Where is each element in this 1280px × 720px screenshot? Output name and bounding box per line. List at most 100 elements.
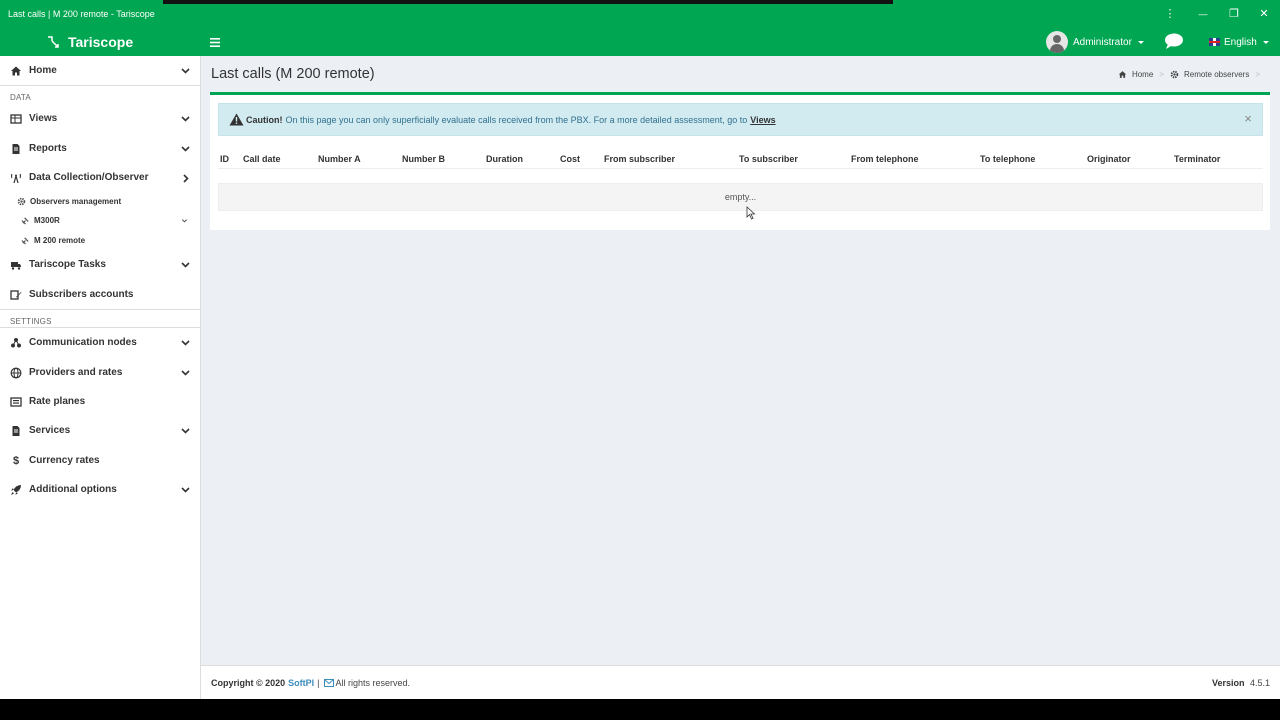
footer: Copyright © 2020 SoftPI | All rights res… xyxy=(201,665,1280,699)
window-menu-button[interactable]: ⋮ xyxy=(1161,7,1179,21)
hamburger-icon xyxy=(210,37,220,47)
column-terminator[interactable]: Terminator xyxy=(1174,154,1220,164)
envelope-icon[interactable] xyxy=(323,679,334,687)
table-header: ID Call date Number A Number B Duration … xyxy=(218,153,1263,169)
chevron-down-icon xyxy=(181,487,190,493)
column-from-telephone[interactable]: From telephone xyxy=(851,154,919,164)
sidebar-item-label: M300R xyxy=(34,216,60,225)
sidebar-section-data: DATA xyxy=(10,93,31,102)
brand-logo-link[interactable]: Tariscope xyxy=(46,32,133,52)
column-id[interactable]: ID xyxy=(220,154,229,164)
column-number-a[interactable]: Number A xyxy=(318,154,361,164)
truck-icon xyxy=(11,261,21,270)
column-from-subscriber[interactable]: From subscriber xyxy=(604,154,675,164)
sidebar-item-label: Subscribers accounts xyxy=(29,289,134,300)
list-box-icon xyxy=(10,396,22,407)
chevron-down-icon xyxy=(181,146,190,152)
caret-down-icon xyxy=(1137,40,1144,44)
window-titlebar: Last calls | M 200 remote - Tariscope ⋮ … xyxy=(0,0,1280,28)
sidebar-divider xyxy=(0,309,200,310)
window-close-button[interactable]: ✕ xyxy=(1255,7,1273,21)
sidebar-toggle-button[interactable] xyxy=(208,32,222,52)
network-icon xyxy=(11,337,21,347)
tariscope-logo-icon xyxy=(48,36,59,48)
sidebar-item-home[interactable]: Home xyxy=(0,56,200,85)
sidebar-item-label: M 200 remote xyxy=(34,236,86,245)
sidebar-item-views[interactable]: Views xyxy=(0,104,200,133)
alert-close-button[interactable]: × xyxy=(1242,112,1254,125)
sidebar-item-data-collection[interactable]: Data Collection/Observer xyxy=(0,163,200,192)
alert-text: On this page you can only superficially … xyxy=(285,114,748,125)
window-minimize-button[interactable]: — xyxy=(1194,7,1212,21)
sidebar-item-label: Providers and rates xyxy=(29,367,123,378)
breadcrumb: Home > Remote observers > xyxy=(1118,70,1266,79)
sidebar-item-label: Data Collection/Observer xyxy=(29,172,149,183)
caution-alert: Caution! On this page you can only super… xyxy=(218,103,1263,136)
sidebar-item-observers-management[interactable]: Observers management xyxy=(0,192,200,211)
sidebar-item-providers-and-rates[interactable]: Providers and rates xyxy=(0,358,200,387)
sidebar-item-label: Currency rates xyxy=(29,455,100,466)
brand-name: Tariscope xyxy=(68,34,134,50)
gear-icon xyxy=(1170,70,1179,79)
sidebar-item-additional-options[interactable]: Additional options xyxy=(0,475,200,504)
column-duration[interactable]: Duration xyxy=(486,154,523,164)
dollar-icon: $ xyxy=(12,454,20,467)
column-cost[interactable]: Cost xyxy=(560,154,580,164)
chevron-right-icon xyxy=(183,174,189,183)
sidebar-item-label: Tariscope Tasks xyxy=(29,259,106,270)
column-call-date[interactable]: Call date xyxy=(243,154,281,164)
chevron-down-icon xyxy=(181,340,190,346)
views-link[interactable]: Views xyxy=(750,115,775,125)
sidebar-item-subscribers-accounts[interactable]: Subscribers accounts xyxy=(0,280,200,309)
softpi-link[interactable]: SoftPI xyxy=(288,678,314,688)
chevron-down-icon xyxy=(181,219,188,223)
sidebar-item-currency-rates[interactable]: $ Currency rates xyxy=(0,446,200,475)
app-header: Tariscope Administrator English xyxy=(0,28,1280,56)
page-title: Last calls (M 200 remote) xyxy=(211,66,375,82)
language-selector[interactable]: English xyxy=(1209,32,1269,52)
window-restore-button[interactable]: ❐ xyxy=(1225,7,1243,21)
chevron-down-icon xyxy=(181,428,190,434)
screen-bottom-bar xyxy=(0,699,1280,720)
sidebar-section-settings: SETTINGS xyxy=(10,317,52,326)
main-content: Last calls (M 200 remote) Home > Remote … xyxy=(201,56,1280,665)
sidebar-item-reports[interactable]: Reports xyxy=(0,134,200,163)
column-number-b[interactable]: Number B xyxy=(402,154,445,164)
breadcrumb-home[interactable]: Home xyxy=(1132,70,1153,79)
file-text-icon xyxy=(12,143,20,154)
sidebar-item-label: Observers management xyxy=(30,197,122,206)
sidebar-item-label: Reports xyxy=(29,143,67,154)
column-originator[interactable]: Originator xyxy=(1087,154,1131,164)
column-to-subscriber[interactable]: To subscriber xyxy=(739,154,798,164)
uk-flag-icon xyxy=(1209,38,1220,46)
breadcrumb-remote-observers[interactable]: Remote observers xyxy=(1184,70,1249,79)
chevron-down-icon xyxy=(181,370,190,376)
caret-down-icon xyxy=(1262,40,1269,44)
sidebar-item-rate-planes[interactable]: Rate planes xyxy=(0,387,200,416)
language-label: English xyxy=(1224,36,1257,48)
home-icon xyxy=(11,66,21,75)
chevron-down-icon xyxy=(181,262,190,268)
sidebar-item-services[interactable]: Services xyxy=(0,416,200,445)
home-icon xyxy=(1118,71,1127,78)
breadcrumb-separator: > xyxy=(1159,70,1164,79)
sidebar: Home DATA Views Reports Data Collection/… xyxy=(0,56,201,699)
sidebar-item-m300r[interactable]: M300R xyxy=(0,211,200,230)
edit-icon xyxy=(10,289,22,300)
sidebar-item-label: Home xyxy=(29,65,57,76)
window-title: Last calls | M 200 remote - Tariscope xyxy=(8,9,155,19)
column-to-telephone[interactable]: To telephone xyxy=(980,154,1035,164)
sidebar-item-tariscope-tasks[interactable]: Tariscope Tasks xyxy=(0,250,200,279)
sidebar-item-communication-nodes[interactable]: Communication nodes xyxy=(0,328,200,357)
alert-label: Caution! xyxy=(246,114,283,125)
rocket-icon xyxy=(11,484,21,495)
warning-icon xyxy=(229,113,244,126)
version-label: Version xyxy=(1211,678,1245,688)
table-empty-row: empty... xyxy=(218,183,1263,211)
sidebar-item-m200-remote[interactable]: M 200 remote xyxy=(0,231,200,250)
user-menu[interactable]: Administrator xyxy=(1046,29,1144,55)
chat-bubble-icon[interactable] xyxy=(1164,31,1184,51)
breadcrumb-separator: > xyxy=(1255,70,1260,79)
sidebar-item-label: Communication nodes xyxy=(29,337,137,348)
gear-icon xyxy=(17,197,26,206)
